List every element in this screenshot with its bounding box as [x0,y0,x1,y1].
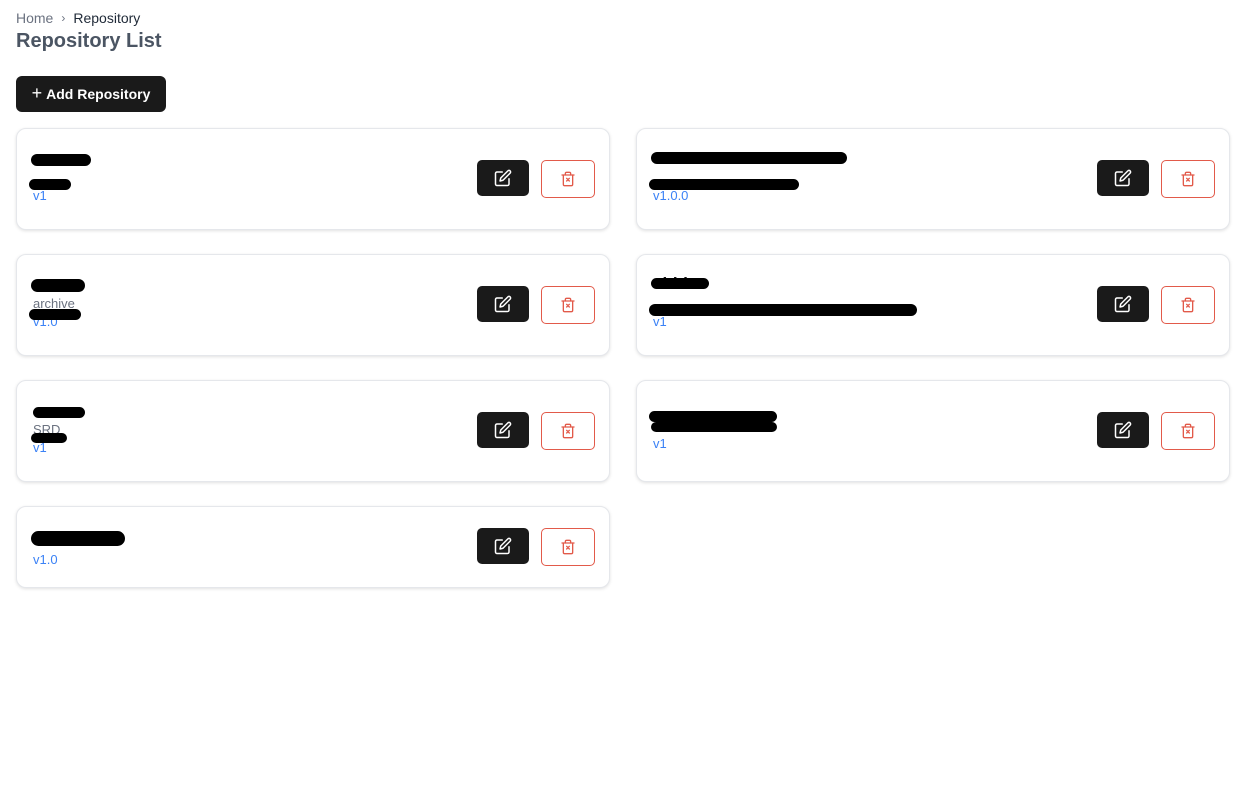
repository-card: SRD v1 [16,380,610,482]
edit-icon [494,169,512,187]
edit-button[interactable] [1097,160,1149,196]
delete-button[interactable] [541,286,595,324]
delete-icon [561,297,575,313]
redaction-mark [29,309,81,320]
breadcrumb: Home › Repository [16,10,140,26]
redaction-mark [29,179,71,190]
delete-icon [1181,297,1195,313]
delete-button[interactable] [541,412,595,450]
repository-version: v1.0 [33,552,58,567]
edit-icon [494,537,512,555]
redaction-mark [651,152,847,164]
delete-icon [1181,423,1195,439]
add-repository-button[interactable]: + Add Repository [16,76,166,112]
redaction-mark [651,278,709,289]
edit-button[interactable] [477,412,529,448]
breadcrumb-separator-icon: › [61,11,66,25]
add-repository-label: Add Repository [46,86,151,102]
repository-version: v1 [653,436,667,451]
delete-icon [1181,171,1195,187]
repository-card: v1 [636,380,1230,482]
redaction-mark [31,279,85,292]
delete-button[interactable] [1161,160,1215,198]
repository-card: v1.0 [16,506,610,588]
redaction-mark [31,433,67,443]
edit-icon [1114,421,1132,439]
delete-button[interactable] [1161,286,1215,324]
breadcrumb-current: Repository [73,10,141,26]
redaction-mark [33,407,85,418]
edit-icon [1114,295,1132,313]
plus-icon: + [31,83,43,103]
edit-button[interactable] [477,528,529,564]
repository-card: archive v1.0 [16,254,610,356]
redaction-mark [649,304,917,316]
edit-button[interactable] [477,160,529,196]
redaction-mark [649,179,799,190]
delete-button[interactable] [541,528,595,566]
redaction-mark [651,422,777,432]
repository-card: shida v1 [636,254,1230,356]
page-title: Repository List [16,30,162,52]
delete-icon [561,171,575,187]
edit-button[interactable] [1097,412,1149,448]
edit-button[interactable] [1097,286,1149,322]
edit-icon [494,421,512,439]
delete-button[interactable] [541,160,595,198]
edit-icon [494,295,512,313]
edit-icon [1114,169,1132,187]
repository-card: v1 [16,128,610,230]
redaction-mark [649,411,777,422]
delete-icon [561,423,575,439]
breadcrumb-home-link[interactable]: Home [16,10,53,26]
delete-button[interactable] [1161,412,1215,450]
repository-card: v1.0.0 [636,128,1230,230]
edit-button[interactable] [477,286,529,322]
delete-icon [561,539,575,555]
redaction-mark [31,154,91,166]
redaction-mark [31,531,125,546]
